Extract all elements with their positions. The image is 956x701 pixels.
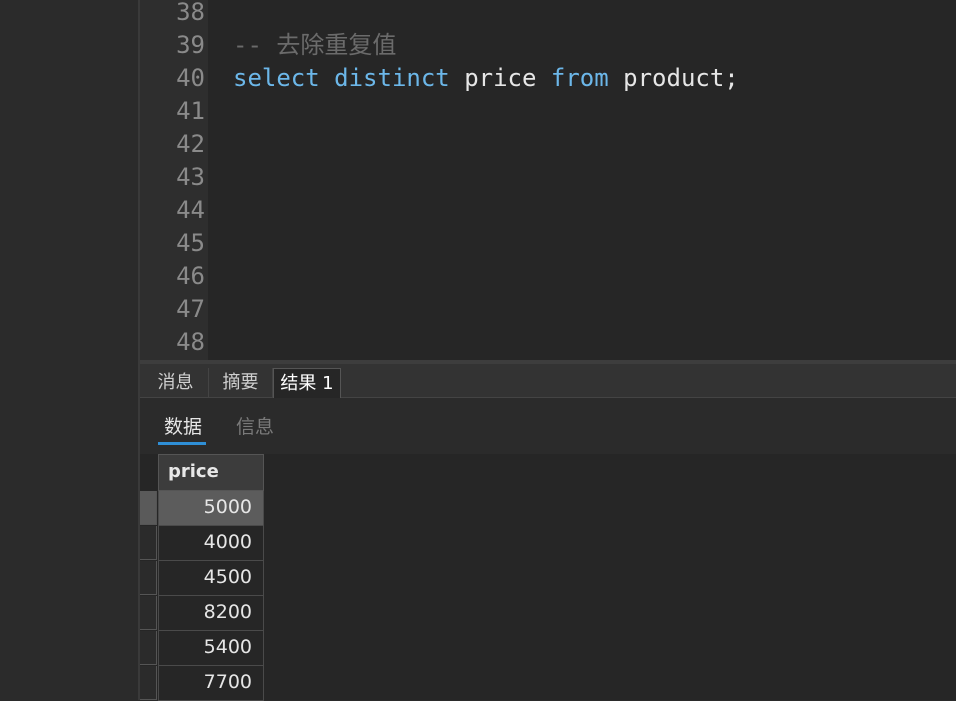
keyword-from: from [550, 64, 609, 92]
code-line-select: select distinct price from product; [233, 62, 739, 95]
results-panel: 消息 摘要 结果 1 数据 信息 price 5000 4000 4500 82… [140, 360, 956, 701]
keyword-select: select [233, 64, 320, 92]
table-row[interactable]: 4500 [140, 561, 264, 596]
active-subtab-indicator [158, 442, 206, 445]
line-number: 48 [176, 328, 205, 356]
line-number: 44 [176, 196, 205, 224]
tab-result-1[interactable]: 结果 1 [273, 368, 341, 402]
row-selector[interactable] [140, 631, 157, 665]
tab-summary[interactable]: 摘要 [209, 368, 273, 401]
line-number-gutter: 38 39 40 41 42 43 44 45 46 47 48 [140, 0, 208, 360]
keyword-distinct: distinct [334, 64, 450, 92]
row-selector[interactable] [140, 491, 157, 525]
tab-messages[interactable]: 消息 [143, 368, 209, 401]
line-number: 39 [176, 31, 205, 59]
results-tab-bar: 消息 摘要 结果 1 [140, 360, 956, 402]
sql-editor[interactable]: 38 39 40 41 42 43 44 45 46 47 48 -- 去除重复… [140, 0, 956, 360]
table-cell[interactable]: 5000 [158, 491, 264, 526]
table-cell[interactable]: 5400 [158, 631, 264, 666]
line-number: 41 [176, 97, 205, 125]
code-comment: -- 去除重复值 [233, 31, 397, 59]
row-selector[interactable] [140, 666, 157, 700]
table-row[interactable]: 8200 [140, 596, 264, 631]
table-cell[interactable]: 7700 [158, 666, 264, 701]
line-number: 42 [176, 130, 205, 158]
line-number: 40 [176, 64, 205, 92]
line-number: 47 [176, 295, 205, 323]
column-identifier: price [464, 64, 537, 92]
table-cell[interactable]: 4500 [158, 561, 264, 596]
table-row[interactable]: 4000 [140, 526, 264, 561]
column-header-price[interactable]: price [158, 454, 264, 491]
table-row[interactable]: 5400 [140, 631, 264, 666]
row-selector[interactable] [140, 561, 157, 595]
row-selector[interactable] [140, 596, 157, 630]
subtab-data[interactable]: 数据 [164, 412, 202, 439]
line-number: 43 [176, 163, 205, 191]
line-number: 45 [176, 229, 205, 257]
left-panel [0, 0, 138, 700]
table-cell[interactable]: 8200 [158, 596, 264, 631]
result-subtabs: 数据 信息 [140, 398, 956, 454]
table-cell[interactable]: 4000 [158, 526, 264, 561]
result-grid[interactable]: price 5000 4000 4500 8200 5400 7700 [140, 454, 956, 701]
subtab-info[interactable]: 信息 [236, 412, 274, 439]
table-row[interactable]: 7700 [140, 666, 264, 701]
table-row[interactable]: 5000 [140, 491, 264, 526]
table-identifier: product; [623, 64, 739, 92]
row-selector[interactable] [140, 526, 157, 560]
line-number: 46 [176, 262, 205, 290]
line-number: 38 [176, 0, 205, 26]
